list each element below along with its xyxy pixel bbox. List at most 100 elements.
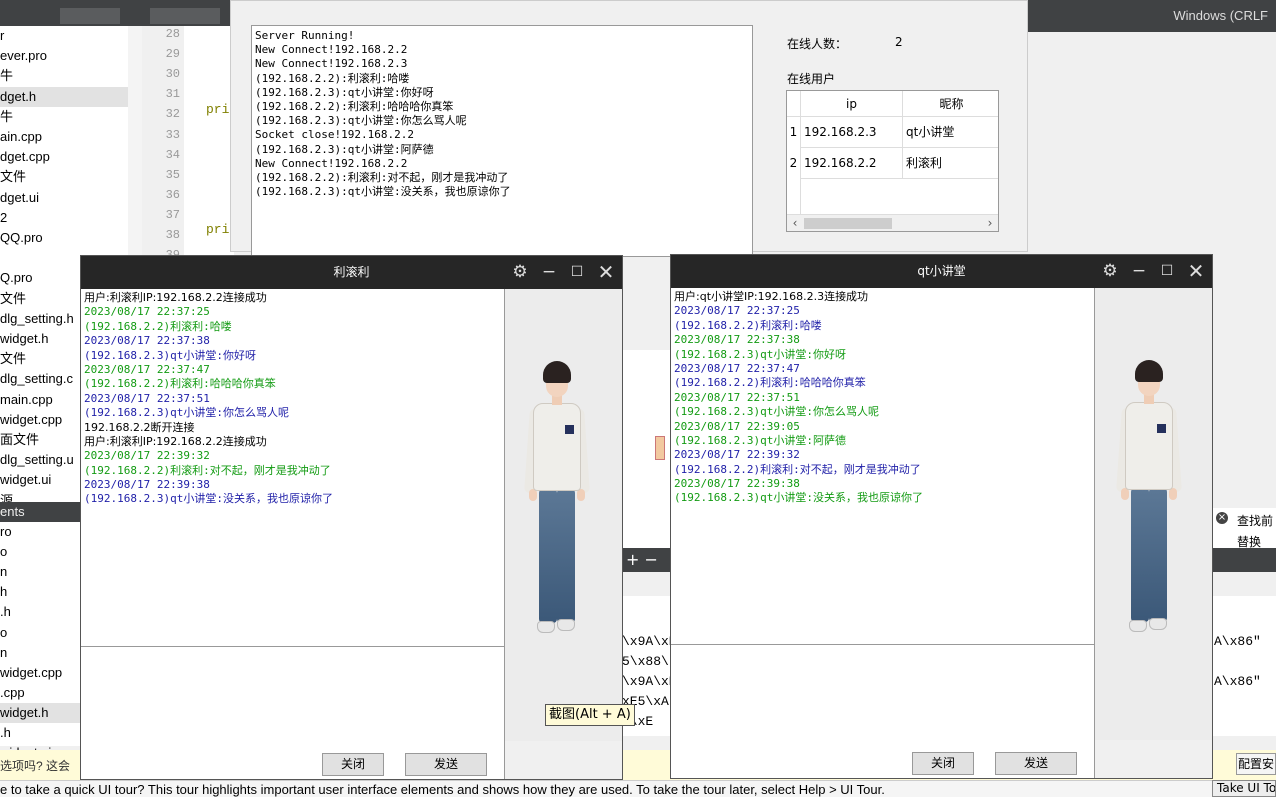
maximize-icon[interactable]: ☐ — [563, 256, 591, 289]
configure-button[interactable]: 配置安 — [1236, 753, 1276, 775]
find-label[interactable]: 查找前 — [1237, 512, 1273, 529]
log-line: Server Running! — [255, 29, 355, 42]
find-panel: × 查找前 替换 — [1212, 508, 1276, 549]
chat-message: 2023/08/17 22:37:38 — [84, 334, 210, 348]
avatar-panel — [505, 289, 622, 741]
chat-message: (192.168.2.3)qt小讲堂:阿萨德 — [674, 433, 846, 447]
close-button[interactable]: 关闭 — [322, 753, 384, 776]
gear-icon[interactable]: ⚙ — [1096, 255, 1124, 288]
table-cell-ip[interactable]: 192.168.2.2 — [801, 148, 903, 179]
tree-scrollbar[interactable] — [128, 26, 142, 256]
column-header-ip[interactable]: ip — [801, 91, 903, 117]
info-bar-question: 选项吗? 这会 — [0, 759, 71, 773]
line-number: 33 — [165, 127, 180, 142]
tree-item[interactable]: dget.h — [0, 86, 128, 107]
message-history[interactable]: 用户:利滚利IP:192.168.2.2连接成功 2023/08/17 22:37… — [81, 289, 505, 647]
log-line: (192.168.2.2):利滚利:哈喽 — [255, 71, 410, 85]
log-line: (192.168.2.3):qt小讲堂:你好呀 — [255, 85, 434, 99]
code-keyword: pri — [206, 102, 230, 117]
gear-icon[interactable]: ⚙ — [506, 256, 534, 289]
line-number: 34 — [165, 147, 180, 162]
ide-nav-arrows[interactable] — [150, 8, 220, 24]
send-button[interactable]: 发送 — [995, 752, 1077, 775]
zoom-controls[interactable]: + − — [620, 550, 658, 569]
close-button[interactable]: 关闭 — [912, 752, 974, 775]
open-documents-header: ents — [0, 502, 82, 522]
online-users-table[interactable]: ip 昵称 1 192.168.2.3 qt小讲堂 2 192.168.2.2 … — [786, 90, 999, 232]
code-keyword: pri — [206, 222, 230, 237]
avatar — [1116, 360, 1182, 640]
tree-item[interactable]: 文件 — [0, 167, 128, 187]
chat-message: 192.168.2.2断开连接 — [84, 420, 195, 434]
chat-message: 2023/08/17 22:39:32 — [674, 448, 800, 462]
scroll-right-icon[interactable]: › — [982, 215, 998, 231]
chat-message: (192.168.2.2)利滚利:对不起，刚才是我冲动了 — [674, 462, 921, 476]
output-pane-controls[interactable]: + − — [620, 548, 672, 572]
chat-window-right: qt小讲堂 ⚙ − ☐ ✕ 用户:qt小讲堂IP:192.168.2.3连接成功… — [670, 254, 1213, 779]
chat-message: 2023/08/17 22:37:25 — [84, 305, 210, 319]
tree-item[interactable]: 牛 — [0, 107, 128, 127]
chat-message: (192.168.2.3)qt小讲堂:没关系，我也原谅你了 — [84, 492, 333, 506]
server-window: Server Running! New Connect!192.168.2.2 Ne… — [230, 0, 1028, 257]
log-line: (192.168.2.2):利滚利:哈哈哈你真笨 — [255, 100, 454, 114]
send-button[interactable]: 发送 — [405, 753, 487, 776]
minimize-icon[interactable]: − — [535, 256, 563, 289]
chat-message: 2023/08/17 22:37:38 — [674, 333, 800, 347]
row-number[interactable]: 2 — [787, 148, 801, 179]
avatar — [524, 361, 590, 641]
line-number: 28 — [165, 27, 180, 41]
row-number[interactable]: 1 — [787, 117, 801, 148]
close-icon[interactable]: ✕ — [592, 256, 620, 289]
tree-item[interactable]: 2 — [0, 208, 128, 228]
line-number: 37 — [165, 207, 180, 222]
chat-message: 用户:利滚利IP:192.168.2.2连接成功 — [84, 434, 267, 448]
minimize-icon[interactable]: − — [1125, 255, 1153, 288]
line-number: 36 — [165, 187, 180, 202]
table-cell-ip[interactable]: 192.168.2.3 — [801, 117, 903, 148]
take-ui-tour-button[interactable]: Take UI To — [1212, 780, 1276, 797]
ui-tour-text: e to take a quick UI tour? This tour hig… — [0, 782, 885, 797]
tree-item[interactable]: r — [0, 26, 128, 46]
horizontal-scrollbar[interactable]: ‹ › — [787, 214, 998, 231]
output-line: \x9A\xE — [622, 634, 672, 649]
chat-message: (192.168.2.2)利滚利:哈喽 — [674, 318, 822, 332]
ide-toolbar-icons[interactable] — [60, 8, 120, 24]
line-number: 30 — [165, 67, 180, 82]
table-cell-nickname[interactable]: 利滚利 — [903, 148, 998, 179]
chat-message: 2023/08/17 22:37:47 — [84, 362, 210, 376]
scrollbar-thumb[interactable] — [804, 218, 892, 229]
message-history[interactable]: 用户:qt小讲堂IP:192.168.2.3连接成功 2023/08/17 22:… — [671, 288, 1095, 645]
log-line: (192.168.2.3):qt小讲堂:阿萨德 — [255, 142, 434, 156]
chat-message: 2023/08/17 22:39:05 — [674, 419, 800, 433]
column-header-nickname[interactable]: 昵称 — [903, 91, 998, 117]
server-log[interactable]: Server Running! New Connect!192.168.2.2 Ne… — [251, 25, 753, 257]
chat-message: 2023/08/17 22:37:25 — [674, 304, 800, 318]
line-number: 32 — [165, 107, 180, 122]
tree-item[interactable]: dget.cpp — [0, 147, 128, 167]
tree-item[interactable]: ever.pro — [0, 46, 128, 66]
output-line: A\x86" — [1214, 634, 1261, 649]
tree-item[interactable]: QQ.pro — [0, 228, 128, 248]
chat-message: (192.168.2.2)利滚利:哈哈哈你真笨 — [84, 377, 276, 391]
line-ending-selector[interactable]: Windows (CRLF — [1173, 8, 1268, 23]
code-editor[interactable]: pri pri — [184, 26, 234, 256]
window-title: 利滚利 — [333, 265, 370, 279]
scroll-left-icon[interactable]: ‹ — [787, 215, 803, 231]
chat-message: 2023/08/17 22:39:38 — [84, 478, 210, 492]
chat-message: (192.168.2.2)利滚利:哈喽 — [84, 319, 232, 333]
close-icon[interactable]: × — [1216, 512, 1228, 524]
tree-item[interactable]: ain.cpp — [0, 127, 128, 147]
maximize-icon[interactable]: ☐ — [1153, 255, 1181, 288]
output-line: 5\x88\ — [622, 654, 669, 669]
chat-message: (192.168.2.3)qt小讲堂:你怎么骂人呢 — [674, 405, 879, 419]
log-line: (192.168.2.3):qt小讲堂:你怎么骂人呢 — [255, 114, 467, 128]
tree-item[interactable]: 牛 — [0, 66, 128, 86]
log-line: (192.168.2.2):利滚利:对不起，刚才是我冲动了 — [255, 171, 509, 185]
chat-message: 2023/08/17 22:37:51 — [84, 391, 210, 405]
tree-item[interactable]: dget.ui — [0, 188, 128, 208]
chat-message: (192.168.2.2)利滚利:哈哈哈你真笨 — [674, 376, 866, 390]
close-icon[interactable]: ✕ — [1182, 255, 1210, 288]
output-line: A\x86" — [1214, 674, 1261, 689]
table-corner — [787, 91, 801, 117]
table-cell-nickname[interactable]: qt小讲堂 — [903, 117, 998, 148]
